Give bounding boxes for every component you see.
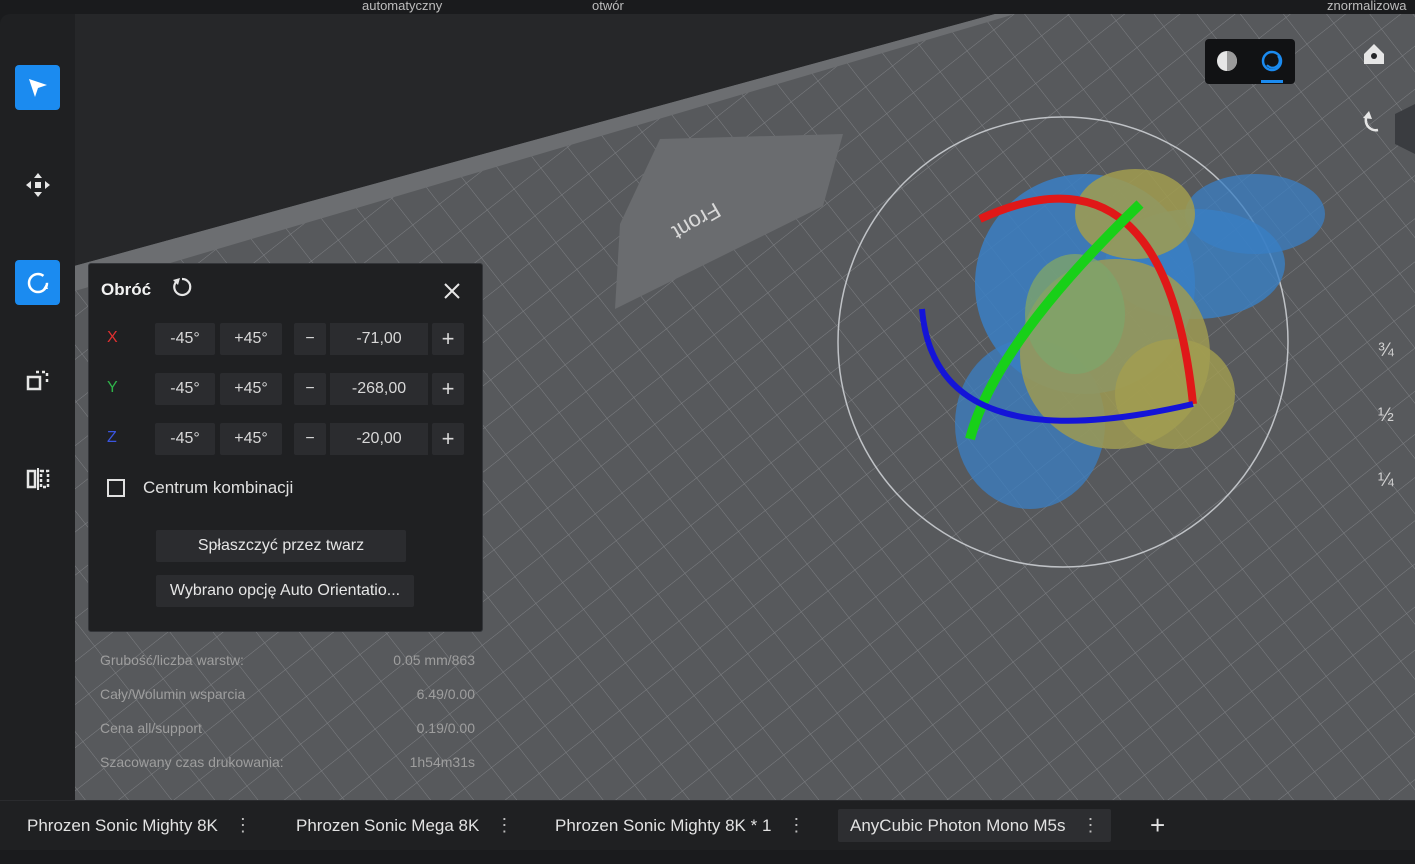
close-icon <box>444 283 460 299</box>
bottom-strip <box>0 850 1415 864</box>
rotate-tool-button[interactable] <box>15 260 60 305</box>
select-icon <box>28 78 47 97</box>
y-axis-label: Y <box>107 379 118 396</box>
view-mode-toggle <box>1205 39 1295 84</box>
x-value-input[interactable]: -71,00 <box>330 323 428 355</box>
z-axis-row: Z -45° +45° − -20,00 + <box>89 423 482 455</box>
y-axis-row: Y -45° +45° − -268,00 + <box>89 373 482 405</box>
x-plus-45-button[interactable]: +45° <box>220 323 282 355</box>
printer-tab-label: Phrozen Sonic Mega 8K <box>296 815 480 835</box>
stat-label: Cały/Wolumin wsparcia <box>100 686 246 702</box>
center-combination-option[interactable]: Centrum kombinacji <box>107 478 293 498</box>
add-tab-button[interactable]: + <box>1150 809 1165 842</box>
stat-label: Szacowany czas drukowania: <box>100 754 284 770</box>
z-axis-label: Z <box>107 429 117 446</box>
tab-menu-icon[interactable]: ⋮ <box>1081 815 1099 836</box>
top-strip: automatyczny otwór znormalizowa <box>0 0 1415 14</box>
center-combination-checkbox[interactable] <box>107 479 125 497</box>
x-axis-row: X -45° +45° − -71,00 + <box>89 323 482 355</box>
center-combination-label: Centrum kombinacji <box>143 478 294 497</box>
printer-tab[interactable]: Phrozen Sonic Mega 8K ⋮ <box>284 809 525 842</box>
left-toolbar <box>0 14 75 800</box>
top-label-auto: automatyczny <box>362 0 443 13</box>
x-minus-45-button[interactable]: -45° <box>155 323 215 355</box>
view-fraction-three-quarters[interactable]: ¾ <box>1378 340 1394 362</box>
stat-label: Grubość/liczba warstw: <box>100 652 244 668</box>
move-icon <box>25 172 50 197</box>
tab-menu-icon[interactable]: ⋮ <box>787 815 805 836</box>
view-mode-icons <box>1217 50 1283 83</box>
z-plus-45-button[interactable]: +45° <box>220 423 282 455</box>
y-plus-45-button[interactable]: +45° <box>220 373 282 405</box>
flatten-by-face-button[interactable]: Spłaszczyć przez twarz <box>156 530 406 562</box>
x-increment-button[interactable]: + <box>432 323 464 355</box>
stat-value: 0.19/0.00 <box>416 720 475 736</box>
printer-tab-active[interactable]: AnyCubic Photon Mono M5s ⋮ <box>838 809 1112 842</box>
move-tool-button[interactable] <box>15 162 60 207</box>
home-icon[interactable] <box>1360 40 1388 68</box>
rotate-panel: Obróć X -45° +45° − -71,00 + Y -45° +45°… <box>88 263 483 632</box>
printer-tab[interactable]: Phrozen Sonic Mighty 8K ⋮ <box>15 809 264 842</box>
z-increment-button[interactable]: + <box>432 423 464 455</box>
top-label-hole: otwór <box>592 0 624 13</box>
scale-icon <box>26 370 48 390</box>
mirror-tool-button[interactable] <box>15 456 60 501</box>
close-panel-button[interactable] <box>441 280 463 302</box>
printer-tab-label: AnyCubic Photon Mono M5s <box>850 815 1066 835</box>
xray-view-icon[interactable] <box>1261 50 1283 72</box>
x-axis-label: X <box>107 329 118 346</box>
x-decrement-button[interactable]: − <box>294 323 326 355</box>
tab-menu-icon[interactable]: ⋮ <box>495 815 513 836</box>
printer-tab-bar: Phrozen Sonic Mighty 8K ⋮ Phrozen Sonic … <box>0 800 1415 851</box>
rotate-icon <box>27 272 48 293</box>
undo-icon[interactable] <box>1360 108 1388 136</box>
y-minus-45-button[interactable]: -45° <box>155 373 215 405</box>
reset-rotation-button[interactable] <box>169 274 195 300</box>
stat-value: 1h54m31s <box>409 754 475 770</box>
y-value-input[interactable]: -268,00 <box>330 373 428 405</box>
mirror-icon <box>26 467 49 490</box>
stat-label: Cena all/support <box>100 720 202 736</box>
reset-icon <box>173 277 192 297</box>
top-label-normalized: znormalizowa <box>1327 0 1407 13</box>
view-fraction-quarter[interactable]: ¼ <box>1378 470 1394 492</box>
z-minus-45-button[interactable]: -45° <box>155 423 215 455</box>
tab-menu-icon[interactable]: ⋮ <box>234 815 252 836</box>
auto-orientation-button[interactable]: Wybrano opcję Auto Orientatio... <box>156 575 414 607</box>
solid-view-icon[interactable] <box>1217 51 1237 71</box>
y-decrement-button[interactable]: − <box>294 373 326 405</box>
active-view-indicator <box>1261 80 1283 83</box>
select-tool-button[interactable] <box>15 65 60 110</box>
panel-title: Obróć <box>101 280 152 299</box>
z-decrement-button[interactable]: − <box>294 423 326 455</box>
z-value-input[interactable]: -20,00 <box>330 423 428 455</box>
printer-tab-label: Phrozen Sonic Mighty 8K <box>27 815 218 835</box>
scale-tool-button[interactable] <box>15 358 60 403</box>
printer-tab[interactable]: Phrozen Sonic Mighty 8K * 1 ⋮ <box>543 809 817 842</box>
y-increment-button[interactable]: + <box>432 373 464 405</box>
stat-value: 0.05 mm/863 <box>393 652 475 668</box>
printer-tab-label: Phrozen Sonic Mighty 8K * 1 <box>555 815 772 835</box>
stat-value: 6.49/0.00 <box>416 686 475 702</box>
view-fraction-half[interactable]: ½ <box>1378 405 1394 427</box>
